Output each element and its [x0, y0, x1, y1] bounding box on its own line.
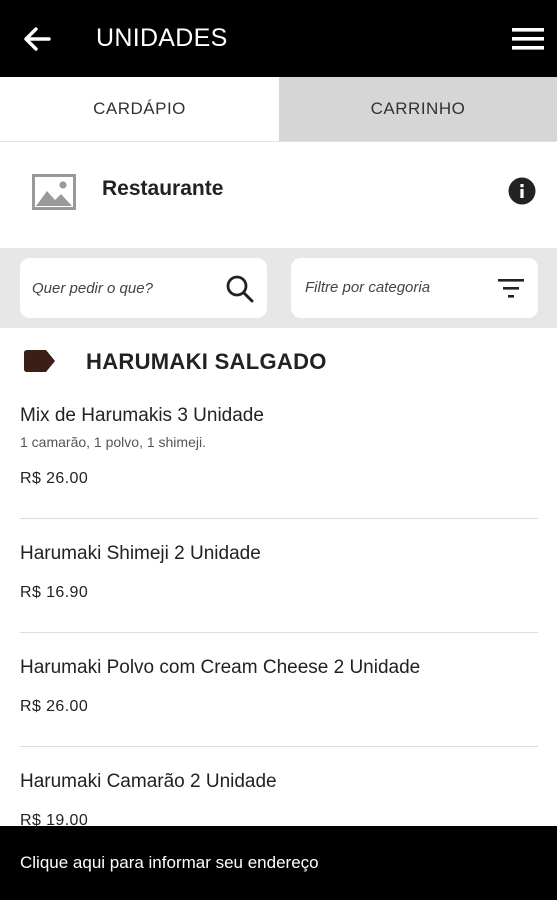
section-title: HARUMAKI SALGADO: [86, 349, 327, 374]
image-placeholder-icon: [32, 174, 76, 210]
address-prompt-bar[interactable]: Clique aqui para informar seu endereço: [0, 826, 557, 900]
arrow-left-icon: [24, 27, 51, 51]
filter-icon: [498, 279, 524, 298]
search-icon: [226, 275, 254, 303]
restaurant-name: Restaurante: [102, 177, 224, 200]
product-item[interactable]: Harumaki Camarão 2 Unidade R$ 19.00: [20, 771, 538, 831]
product-item[interactable]: Harumaki Polvo com Cream Cheese 2 Unidad…: [20, 657, 538, 737]
info-button[interactable]: [508, 177, 536, 205]
category-section-header: HARUMAKI SALGADO: [0, 328, 557, 392]
product-price: R$ 26.00: [20, 470, 89, 487]
product-name: Harumaki Polvo com Cream Cheese 2 Unidad…: [20, 657, 421, 678]
product-price: R$ 16.90: [20, 584, 89, 601]
product-item[interactable]: Mix de Harumakis 3 Unidade 1 camarão, 1 …: [20, 405, 538, 505]
divider: [20, 518, 538, 519]
hamburger-menu-icon: [512, 28, 544, 50]
app-header: UNIDADES: [0, 0, 557, 77]
tag-icon: [24, 350, 55, 372]
product-name: Harumaki Camarão 2 Unidade: [20, 771, 277, 792]
menu-button[interactable]: [510, 26, 546, 52]
divider: [20, 746, 538, 747]
restaurant-image: [32, 174, 76, 210]
address-prompt-text: Clique aqui para informar seu endereço: [20, 853, 319, 872]
search-input[interactable]: [32, 258, 217, 318]
page-title: UNIDADES: [96, 24, 228, 52]
category-filter[interactable]: Filtre por categoria: [291, 258, 538, 318]
search-box: [20, 258, 267, 318]
product-name: Mix de Harumakis 3 Unidade: [20, 405, 264, 426]
product-name: Harumaki Shimeji 2 Unidade: [20, 543, 261, 564]
tab-cardapio[interactable]: CARDÁPIO: [0, 77, 279, 141]
restaurant-header: Restaurante: [0, 142, 557, 248]
product-description: 1 camarão, 1 polvo, 1 shimeji.: [20, 434, 206, 450]
product-item[interactable]: Harumaki Shimeji 2 Unidade R$ 16.90: [20, 543, 538, 623]
category-filter-label: Filtre por categoria: [305, 279, 431, 296]
divider: [20, 632, 538, 633]
info-icon: [508, 177, 536, 205]
tab-carrinho[interactable]: CARRINHO: [279, 77, 557, 141]
product-price: R$ 26.00: [20, 698, 89, 715]
filter-bar: Filtre por categoria: [0, 248, 557, 328]
search-button[interactable]: [225, 274, 255, 304]
back-button[interactable]: [22, 24, 54, 54]
tab-bar: CARDÁPIO CARRINHO: [0, 77, 557, 142]
